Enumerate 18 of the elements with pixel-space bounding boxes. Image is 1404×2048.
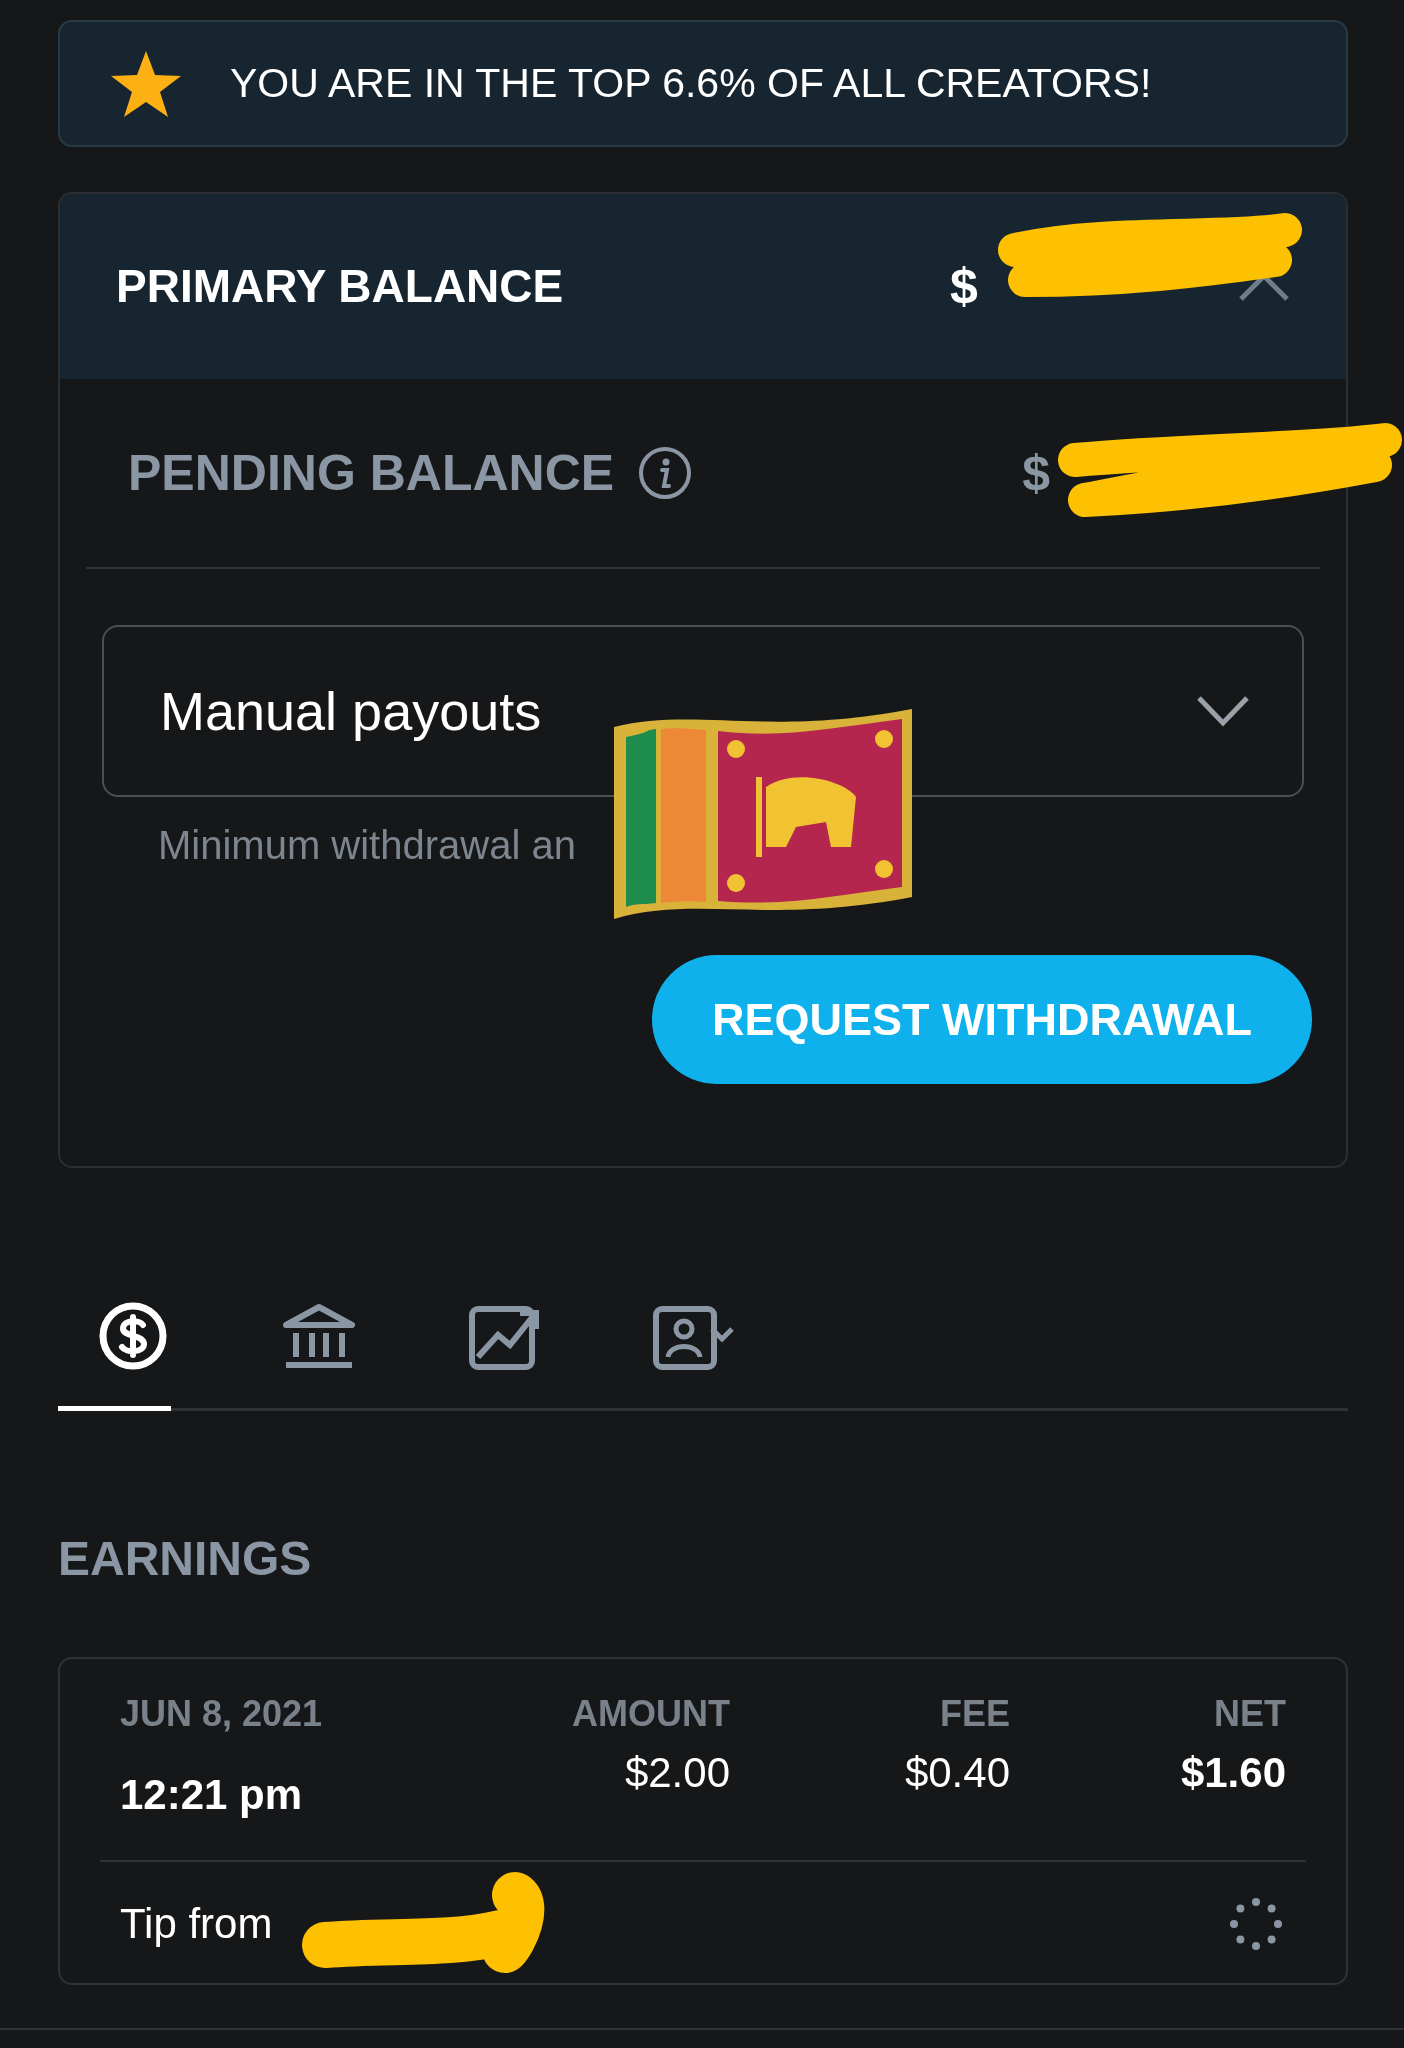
pending-label: PENDING BALANCE xyxy=(128,443,615,503)
column-value: $2.00 xyxy=(623,1748,730,1798)
hint-text: Minimum withdrawal an xyxy=(158,822,577,869)
column-value: $0.40 xyxy=(903,1748,1010,1798)
column-label: NET xyxy=(1213,1692,1286,1736)
description-text: Tip from xyxy=(120,1899,273,1949)
balance-label: PRIMARY BALANCE xyxy=(116,259,564,314)
balance-amount: $ xyxy=(950,257,978,316)
section-title: EARNINGS xyxy=(58,1531,313,1587)
banner-text: YOU ARE IN THE TOP 6.6% OF ALL CREATORS! xyxy=(230,58,1152,108)
column-label: FEE xyxy=(939,1692,1010,1736)
info-icon xyxy=(638,446,693,500)
date-text: JUN 8, 2021 xyxy=(120,1692,324,1736)
time-text: 12:21 pm xyxy=(120,1770,304,1820)
column-value: $1.60 xyxy=(1179,1748,1286,1798)
chevron-down-icon xyxy=(1196,695,1250,727)
column-label: AMOUNT xyxy=(571,1692,730,1736)
pending-amount: $ xyxy=(1022,443,1050,503)
